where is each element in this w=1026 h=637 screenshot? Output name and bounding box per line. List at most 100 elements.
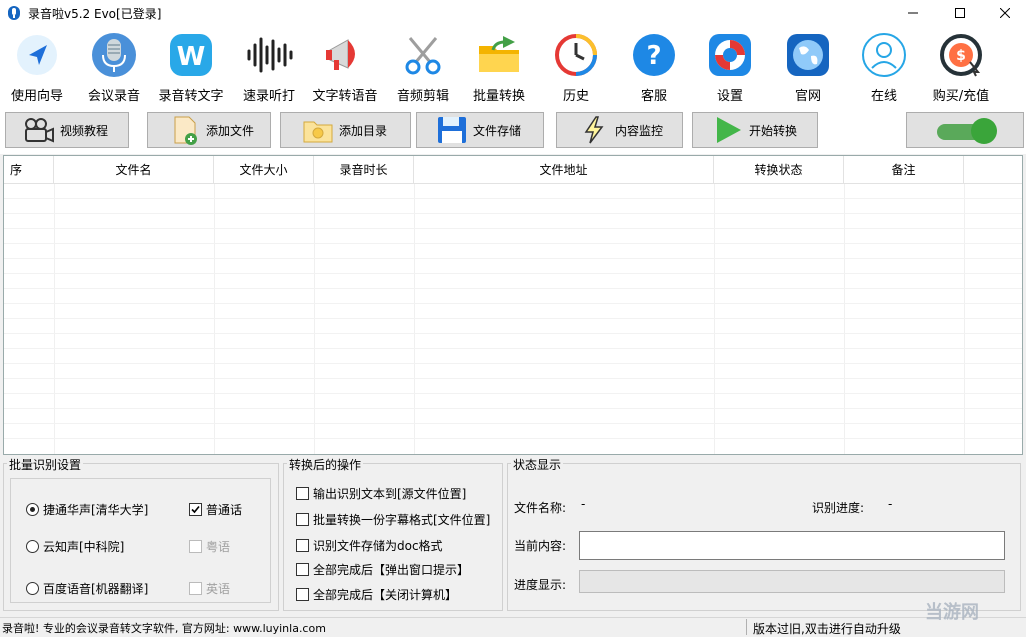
add-file-label: 添加文件 — [206, 123, 255, 138]
globe-icon — [787, 33, 829, 76]
maximize-button[interactable] — [937, 0, 983, 26]
video-tutorial-button[interactable]: 视频教程 — [5, 112, 129, 148]
toolbar-label: 录音转文字 — [158, 89, 224, 104]
current-content-field[interactable] — [579, 531, 1005, 560]
megaphone-icon — [326, 38, 355, 70]
toolbar-item-settings[interactable]: 设置 — [702, 30, 758, 104]
column-header-duration[interactable]: 录音时长 — [314, 156, 414, 184]
toolbar-item-support[interactable]: ? 客服 — [626, 30, 682, 104]
svg-text:W: W — [177, 42, 206, 72]
history-clock-icon — [555, 33, 597, 76]
status-bar-divider — [746, 619, 747, 635]
lifebuoy-icon — [709, 33, 751, 76]
add-folder-icon — [303, 121, 333, 143]
mode-toggle-switch[interactable] — [906, 112, 1024, 148]
toolbar-item-purchase[interactable]: $ 购买/充值 — [926, 30, 996, 104]
language-label: 英语 — [206, 582, 231, 596]
add-directory-button[interactable]: 添加目录 — [280, 112, 411, 148]
navigation-arrow-icon — [17, 34, 57, 75]
add-file-button[interactable]: 添加文件 — [147, 112, 271, 148]
column-header-filesize[interactable]: 文件大小 — [214, 156, 314, 184]
video-camera-icon — [25, 118, 54, 143]
minimize-button[interactable] — [890, 0, 936, 26]
column-header-filename[interactable]: 文件名 — [54, 156, 214, 184]
toolbar-label: 购买/充值 — [932, 89, 990, 104]
checkbox-disabled — [189, 540, 202, 553]
toolbar-item-online[interactable]: 在线 — [856, 30, 912, 104]
toolbar-label: 批量转换 — [472, 89, 525, 104]
toolbar-item-meeting-record[interactable]: 会议录音 — [84, 30, 144, 104]
content-monitor-button[interactable]: 内容监控 — [556, 112, 683, 148]
post-op-subtitle-checkbox[interactable]: 批量转换一份字幕格式[文件位置] — [296, 511, 490, 528]
checkbox-checked — [189, 503, 202, 516]
table-header: 序 文件名 文件大小 录音时长 文件地址 转换状态 备注 — [4, 156, 1022, 184]
engine-label: 捷通华声[清华大学] — [43, 503, 149, 517]
help-question-icon: ? — [633, 33, 675, 76]
post-op-label: 全部完成后【关闭计算机】 — [313, 588, 458, 602]
toolbar-label: 客服 — [640, 89, 667, 104]
toolbar-label: 速录听打 — [242, 89, 295, 104]
save-disk-icon — [438, 117, 466, 143]
progress-display-label: 进度显示: — [514, 578, 567, 592]
file-name-label: 文件名称: — [514, 501, 567, 515]
video-tutorial-label: 视频教程 — [60, 123, 109, 138]
add-directory-label: 添加目录 — [339, 123, 388, 138]
post-op-popup-checkbox[interactable]: 全部完成后【弹出窗口提示】 — [296, 561, 469, 578]
column-header-status[interactable]: 转换状态 — [714, 156, 844, 184]
toolbar-item-batch-convert[interactable]: 批量转换 — [468, 30, 530, 104]
post-op-doc-format-checkbox[interactable]: 识别文件存储为doc格式 — [296, 537, 443, 554]
dollar-coin-icon: $ — [940, 33, 982, 76]
recognition-progress-label: 识别进度: — [812, 501, 865, 515]
toolbar-label: 设置 — [716, 89, 743, 104]
column-header-index[interactable]: 序 — [4, 156, 54, 184]
column-header-filepath[interactable]: 文件地址 — [414, 156, 714, 184]
checkbox-unchecked — [296, 539, 309, 552]
toolbar-label: 音频剪辑 — [396, 89, 449, 104]
toolbar-item-website[interactable]: 官网 — [780, 30, 836, 104]
content-monitor-label: 内容监控 — [615, 123, 664, 138]
engine-option-baidu[interactable]: 百度语音[机器翻译] — [26, 580, 148, 597]
play-icon — [717, 117, 741, 143]
post-op-label: 批量转换一份字幕格式[文件位置] — [313, 513, 491, 527]
radio-unselected — [26, 540, 39, 553]
main-toolbar: 使用向导 会议录音 W 录音转文字 速录听打 文字转语音 音频剪辑 批量转换 历… — [0, 26, 1026, 106]
title-bar: 录音啦v5.2 Evo[已登录] — [0, 0, 1026, 26]
file-storage-label: 文件存储 — [473, 123, 522, 138]
checkbox-disabled — [189, 582, 202, 595]
window-title: 录音啦v5.2 Evo[已登录] — [28, 7, 162, 21]
engine-option-jietong[interactable]: 捷通华声[清华大学] — [26, 501, 148, 518]
toolbar-item-quick-typing[interactable]: 速录听打 — [238, 30, 300, 104]
language-english-checkbox[interactable]: 英语 — [189, 580, 230, 597]
toolbar-item-speech-to-text[interactable]: W 录音转文字 — [154, 30, 228, 104]
language-mandarin-checkbox[interactable]: 普通话 — [189, 501, 242, 518]
language-cantonese-checkbox[interactable]: 粤语 — [189, 538, 230, 555]
toolbar-label: 官网 — [794, 89, 821, 104]
file-list-table[interactable]: 序 文件名 文件大小 录音时长 文件地址 转换状态 备注 — [3, 155, 1023, 455]
toggle-knob — [971, 118, 997, 144]
status-bar-message: 录音啦! 专业的会议录音转文字软件, 官方网址: www.luyinla.com — [2, 622, 326, 635]
post-op-shutdown-checkbox[interactable]: 全部完成后【关闭计算机】 — [296, 586, 457, 603]
engine-option-yunzhisheng[interactable]: 云知声[中科院] — [26, 538, 124, 555]
current-content-label: 当前内容: — [514, 539, 567, 553]
engine-label: 云知声[中科院] — [43, 540, 125, 554]
start-convert-button[interactable]: 开始转换 — [692, 112, 818, 148]
toolbar-item-audio-edit[interactable]: 音频剪辑 — [392, 30, 454, 104]
folder-refresh-icon — [479, 35, 519, 72]
lightning-bolt-icon — [584, 116, 604, 144]
recognition-progress-value: - — [888, 497, 893, 511]
checkbox-unchecked — [296, 563, 309, 576]
w-word-icon: W — [170, 33, 212, 76]
close-button[interactable] — [982, 0, 1026, 26]
file-storage-button[interactable]: 文件存储 — [416, 112, 544, 148]
engine-label: 百度语音[机器翻译] — [43, 582, 149, 596]
update-notice[interactable]: 版本过旧,双击进行自动升级 — [753, 620, 901, 637]
column-header-note[interactable]: 备注 — [844, 156, 964, 184]
toolbar-item-text-to-speech[interactable]: 文字转语音 — [308, 30, 382, 104]
minimize-icon — [908, 12, 918, 14]
waveform-icon — [247, 37, 293, 72]
toolbar-item-guide[interactable]: 使用向导 — [6, 30, 68, 104]
toolbar-item-history[interactable]: 历史 — [548, 30, 604, 104]
add-file-icon — [174, 116, 197, 145]
post-op-output-text-checkbox[interactable]: 输出识别文本到[源文件位置] — [296, 485, 466, 502]
svg-text:$: $ — [956, 48, 966, 64]
